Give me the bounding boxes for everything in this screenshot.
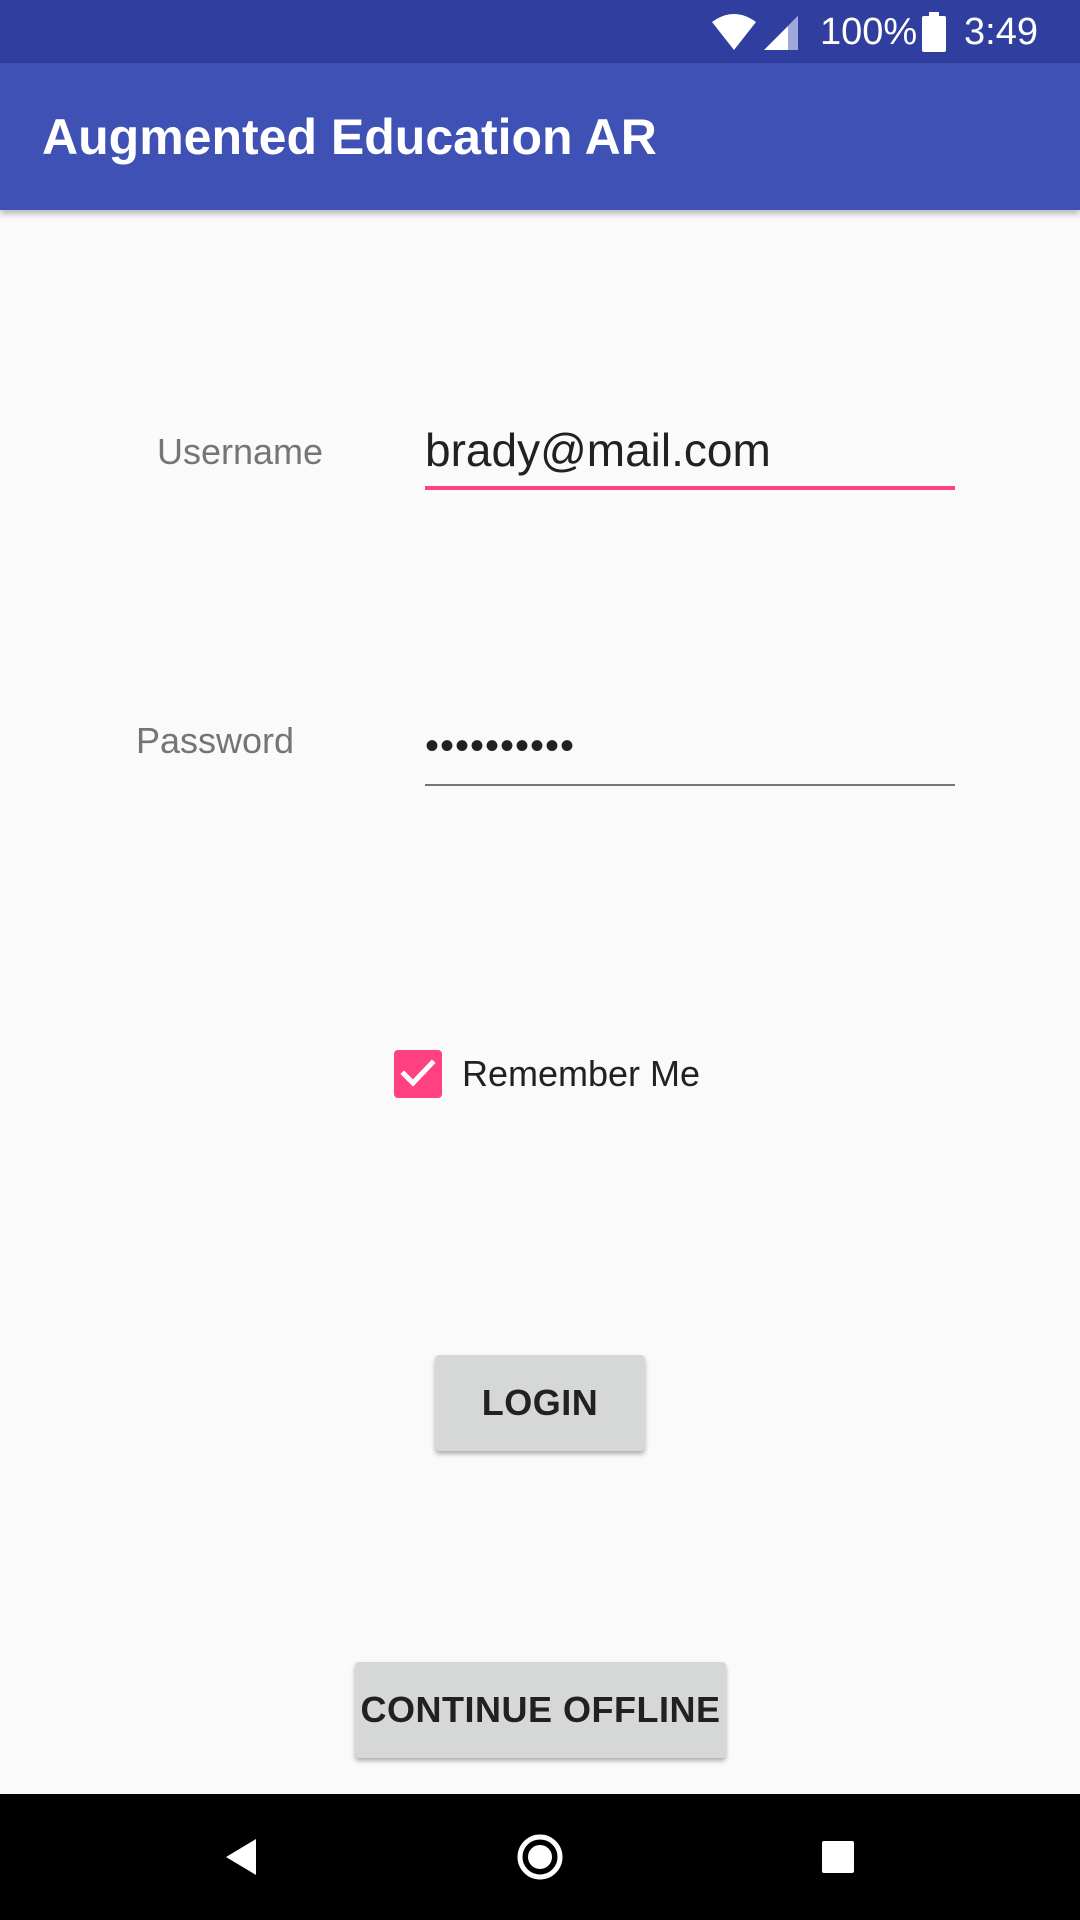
checkmark-icon xyxy=(400,1059,436,1087)
continue-offline-button[interactable]: CONTINUE OFFLINE xyxy=(355,1662,726,1758)
wifi-icon xyxy=(712,14,756,50)
password-field[interactable]: •••••••••• xyxy=(425,716,955,786)
app-title: Augmented Education AR xyxy=(42,109,657,165)
battery-icon xyxy=(922,12,946,52)
status-time: 3:49 xyxy=(964,11,1038,53)
back-icon[interactable] xyxy=(212,1827,272,1887)
status-bar: 100% 3:49 xyxy=(0,0,1080,63)
password-label: Password xyxy=(136,720,295,761)
password-underline xyxy=(425,784,955,786)
username-label: Username xyxy=(157,431,324,472)
remember-me-label: Remember Me xyxy=(462,1053,701,1094)
username-value: brady@mail.com xyxy=(425,424,771,476)
login-button[interactable]: LOGIN xyxy=(435,1355,645,1451)
recents-icon[interactable] xyxy=(808,1827,868,1887)
home-icon[interactable] xyxy=(510,1827,570,1887)
remember-me-checkbox[interactable] xyxy=(394,1050,442,1098)
username-underline xyxy=(425,486,955,490)
password-value: •••••••••• xyxy=(425,724,576,768)
app-bar: Augmented Education AR xyxy=(0,63,1080,210)
battery-percent: 100% xyxy=(820,11,918,53)
navigation-bar xyxy=(0,1794,1080,1920)
cell-signal-icon xyxy=(764,16,798,50)
username-field[interactable]: brady@mail.com xyxy=(425,420,955,490)
